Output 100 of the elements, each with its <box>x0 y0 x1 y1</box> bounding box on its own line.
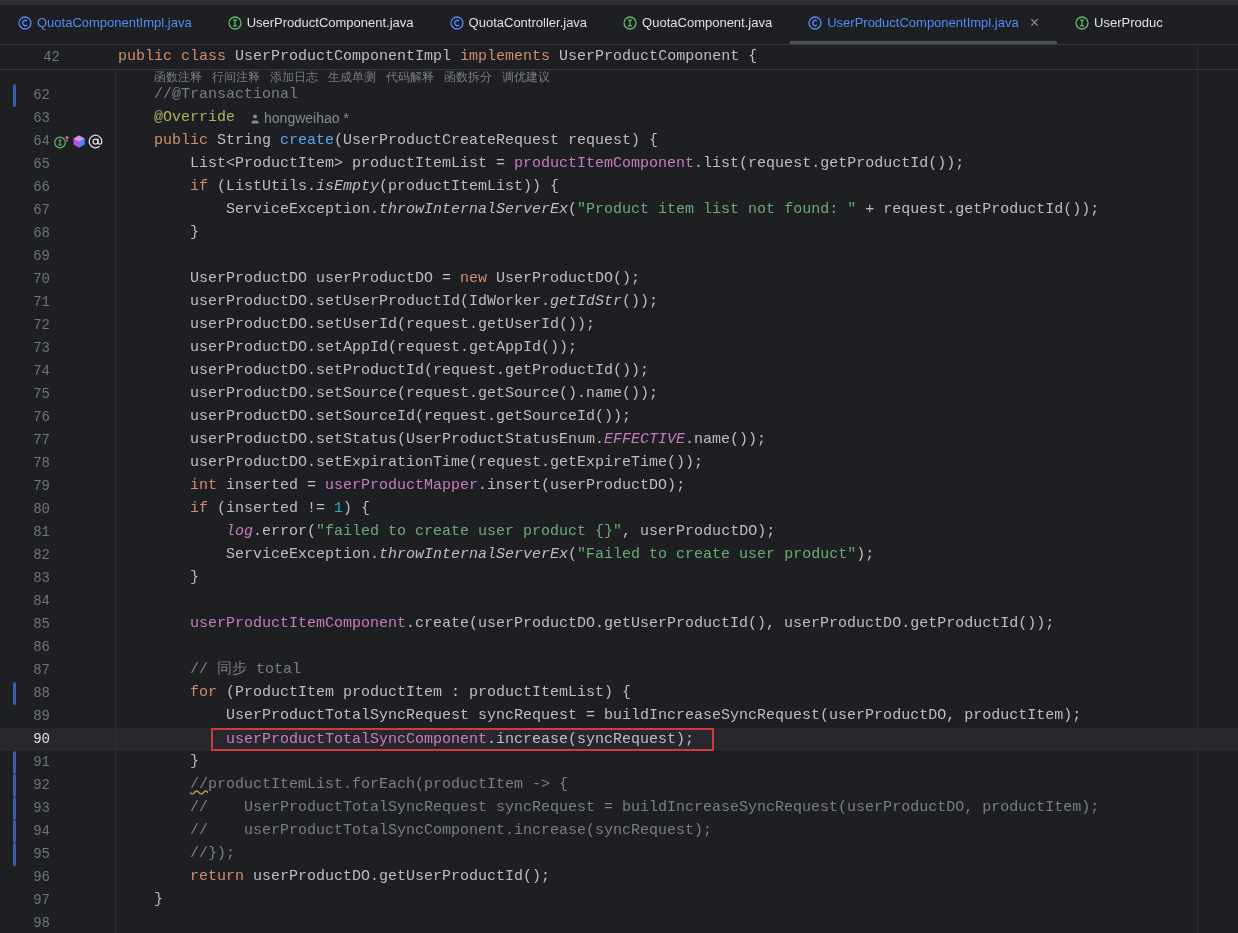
line-number: 91 <box>32 753 50 772</box>
code-line[interactable]: } <box>118 222 199 245</box>
line-number: 42 <box>42 47 60 67</box>
implements-icon[interactable] <box>54 134 70 149</box>
code-line[interactable]: // userProductTotalSyncComponent.increase(syncRequest); <box>118 820 713 843</box>
interface-icon <box>1075 16 1089 30</box>
code-line[interactable]: //productItemList.forEach(productItem -> { <box>118 774 569 797</box>
code-line[interactable]: //}); <box>118 843 236 866</box>
code-line[interactable]: if (inserted != 1) { <box>118 498 371 521</box>
line-number: 98 <box>32 914 50 933</box>
line-number: 97 <box>32 891 50 910</box>
at-sign-icon[interactable] <box>88 134 103 149</box>
tab-label: QuotaController.java <box>468 14 588 33</box>
code-line[interactable]: } <box>118 567 199 590</box>
code-lens-action[interactable]: 调优建议 <box>502 70 550 84</box>
line-number: 89 <box>32 707 50 726</box>
code-line[interactable]: public String create(UserProductCreateRequest request) { <box>118 130 659 153</box>
tab-label: QuotaComponent.java <box>642 14 773 33</box>
code-lens-action[interactable]: 代码解释 <box>386 70 434 84</box>
code-line[interactable]: // 同步 total <box>118 659 302 682</box>
code-lens-action[interactable]: 函数拆分 <box>444 70 492 84</box>
line-number: 77 <box>32 431 50 450</box>
close-icon[interactable]: × <box>1029 11 1039 35</box>
line-number: 85 <box>32 615 50 634</box>
editor-tab[interactable]: QuotaController.java <box>431 5 606 44</box>
line-number: 65 <box>32 155 50 174</box>
line-number: 79 <box>32 477 50 496</box>
code-line[interactable]: @Override <box>118 107 236 130</box>
change-marker[interactable] <box>13 84 16 107</box>
line-number: 81 <box>32 523 50 542</box>
line-number: 73 <box>32 339 50 358</box>
code-line[interactable]: log.error("failed to create user product {}", userProductDO); <box>118 521 776 544</box>
code-lens-action[interactable]: 添加日志 <box>270 70 318 84</box>
line-number: 82 <box>32 546 50 565</box>
code-line[interactable]: userProductDO.setUserProductId(IdWorker.getIdStr()); <box>118 291 659 314</box>
change-marker[interactable] <box>13 843 16 866</box>
code-line[interactable]: userProductDO.setAppId(request.getAppId()); <box>118 337 578 360</box>
change-marker[interactable] <box>13 751 16 774</box>
code-line[interactable]: for (ProductItem productItem : productItemList) { <box>118 682 632 705</box>
code-line[interactable]: userProductDO.setProductId(request.getProductId()); <box>118 360 650 383</box>
editor-tab[interactable]: UserProductComponent.java <box>209 5 432 44</box>
code-lens-action[interactable]: 生成单测 <box>328 70 376 84</box>
code-line[interactable]: //@Transactional <box>118 84 299 107</box>
code-line[interactable]: UserProductDO userProductDO = new UserProductDO(); <box>118 268 641 291</box>
code-line[interactable]: userProductDO.setStatus(UserProductStatusEnum.EFFECTIVE.name()); <box>118 429 767 452</box>
tab-label: UserProduc <box>1094 14 1163 33</box>
code-line[interactable]: userProductItemComponent.create(userProductDO.getUserProductId(), userProductDO.getProductId()); <box>118 613 1055 636</box>
tab-label: QuotaComponentImpl.java <box>37 14 192 33</box>
code-line[interactable]: userProductDO.setExpirationTime(request.getExpireTime()); <box>118 452 704 475</box>
line-number: 63 <box>32 109 50 128</box>
code-line[interactable]: ServiceException.throwInternalServerEx("Failed to create user product"); <box>118 544 875 567</box>
line-number: 96 <box>32 868 50 887</box>
line-number: 71 <box>32 293 50 312</box>
change-marker[interactable] <box>13 820 16 843</box>
line-number: 87 <box>32 661 50 680</box>
editor-tab[interactable]: QuotaComponent.java <box>605 5 791 44</box>
interface-icon <box>227 16 242 30</box>
editor-tab[interactable]: UserProduc <box>1057 5 1181 44</box>
line-number: 83 <box>32 569 50 588</box>
code-lens-action[interactable]: 函数注释 <box>154 70 202 84</box>
cube-icon[interactable] <box>73 135 85 148</box>
person-icon <box>249 112 262 125</box>
line-number: 62 <box>32 86 50 105</box>
class-icon <box>18 16 32 30</box>
tab-label: UserProductComponent.java <box>246 14 414 33</box>
code-line[interactable]: int inserted = userProductMapper.insert(userProductDO); <box>118 475 686 498</box>
line-number: 76 <box>32 408 50 427</box>
code-line[interactable]: List<ProductItem> productItemList = productItemComponent.list(request.getProductId()); <box>118 153 965 176</box>
code-line[interactable]: userProductDO.setSource(request.getSource().name()); <box>118 383 659 406</box>
code-line[interactable]: } <box>118 889 163 912</box>
line-number: 80 <box>32 500 50 519</box>
line-number: 75 <box>32 385 50 404</box>
interface-icon <box>623 16 638 30</box>
code-line[interactable]: } <box>118 751 199 774</box>
change-marker[interactable] <box>13 797 16 820</box>
tab-label: UserProductComponentImpl.java <box>827 14 1019 33</box>
author-hint[interactable]: hongweihao * <box>249 108 349 129</box>
code-line[interactable]: if (ListUtils.isEmpty(productItemList)) { <box>118 176 560 199</box>
line-number: 69 <box>32 247 50 266</box>
line-number: 66 <box>32 178 50 197</box>
line-number: 93 <box>32 799 50 818</box>
line-number: 74 <box>32 362 50 381</box>
code-line[interactable]: ServiceException.throwInternalServerEx("Product item list not found: " + request.getProductId()); <box>118 199 1100 222</box>
change-marker[interactable] <box>13 682 16 705</box>
code-line[interactable]: userProductDO.setUserId(request.getUserId()); <box>118 314 596 337</box>
sticky-code-line[interactable]: public class UserProductComponentImpl implements UserProductComponent { <box>116 45 758 69</box>
code-line[interactable]: // UserProductTotalSyncRequest syncRequest = buildIncreaseSyncRequest(userProductDO, productItem); <box>118 797 1100 820</box>
line-number: 67 <box>32 201 50 220</box>
change-marker[interactable] <box>13 774 16 797</box>
class-icon <box>449 16 464 30</box>
editor-tab[interactable]: UserProductComponentImpl.java × <box>790 5 1057 44</box>
code-lens-action[interactable]: 行间注释 <box>212 70 260 84</box>
line-number: 64 <box>32 132 50 151</box>
code-line[interactable]: UserProductTotalSyncRequest syncRequest = buildIncreaseSyncRequest(userProductDO, productItem); <box>118 705 1082 728</box>
code-line[interactable]: return userProductDO.getUserProductId(); <box>118 866 551 889</box>
line-number: 88 <box>32 684 50 703</box>
line-number: 95 <box>32 845 50 864</box>
class-icon <box>808 16 823 30</box>
editor-tab[interactable]: QuotaComponentImpl.java <box>0 5 210 44</box>
code-line[interactable]: userProductDO.setSourceId(request.getSourceId()); <box>118 406 632 429</box>
